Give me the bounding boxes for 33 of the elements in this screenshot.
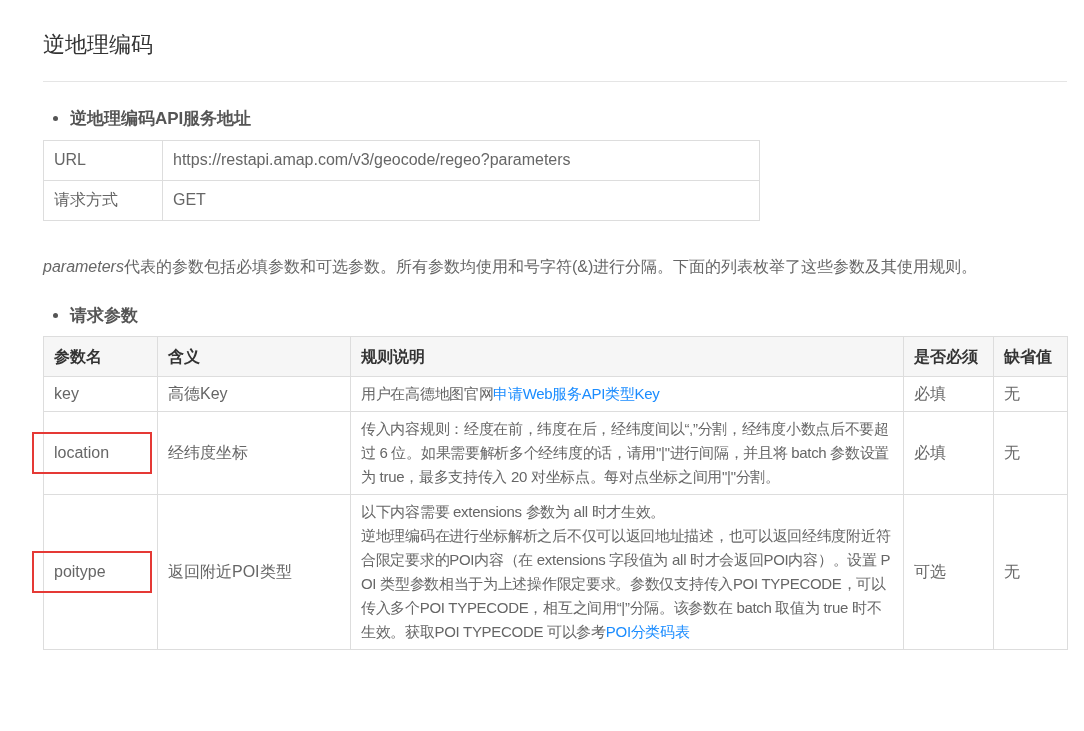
column-header: 参数名 [43, 336, 158, 377]
column-header: 规则说明 [350, 336, 904, 377]
table-cell: 必填 [903, 411, 994, 495]
page-title: 逆地理编码 [43, 0, 1067, 82]
table-cell: poitype [54, 563, 106, 580]
rule-text: 传入内容规则：经度在前，纬度在后，经纬度间以“,”分割，经纬度小数点后不要超过 6 位。如果需要解析多个经纬度的话，请用"|"进行间隔，并且将 batch 参数设置为 true，最多支持传入 20 对坐标点。每对点坐标之间用"|"分割。 [361, 419, 891, 487]
bullet-icon [53, 116, 58, 122]
table-cell: location [54, 444, 110, 461]
table-cell: 无 [993, 376, 1068, 412]
table-cell: https://restapi.amap.com/v3/geocode/regeo?parameters [162, 140, 760, 180]
doc-link[interactable]: POI分类码表 [605, 623, 690, 640]
column-header: 是否必须 [903, 336, 994, 377]
bullet-icon [53, 312, 58, 318]
table-cell: 经纬度坐标 [157, 411, 351, 495]
rule-text: 逆地理编码在进行坐标解析之后不仅可以返回地址描述，也可以返回经纬度附近符合限定要求的POI内容（在 extensions 字段值为 all 时才会返回POI内容）。设置 POI 类型参数相当于为上述操作限定要求。参数仅支持传入POI TYPECODE，可以传入多个POI TYPECODE，相互之间用“|”分隔。该参数在 batch 取值为 true 时不生效。获取POI TYPECODE 可以参考POI分类码表 [361, 526, 892, 642]
table-cell: 无 [993, 411, 1068, 495]
section-heading: 请求参数 [70, 304, 138, 327]
doc-link[interactable]: 申请Web服务API类型Key [493, 385, 660, 402]
table-cell: GET [162, 180, 760, 220]
table-cell: 无 [993, 494, 1068, 650]
rule-text: 用户在高德地图官网申请Web服务API类型Key [361, 384, 661, 404]
table-cell: URL [43, 140, 163, 180]
table-cell: 返回附近POI类型 [157, 494, 351, 650]
table-cell: 可选 [903, 494, 994, 650]
column-header: 缺省值 [993, 336, 1068, 377]
table-cell: 必填 [903, 376, 994, 412]
intro-paragraph: parameters代表的参数包括必填参数和可选参数。所有参数均使用和号字符(&)进行分隔。下面的列表枚举了这些参数及其使用规则。 [43, 256, 979, 277]
column-header: 含义 [157, 336, 351, 377]
table-cell: key [54, 385, 79, 402]
rule-text: 以下内容需要 extensions 参数为 all 时才生效。 [361, 502, 667, 522]
table-cell: 请求方式 [43, 180, 163, 220]
table-cell: 高德Key [157, 376, 351, 412]
section-heading: 逆地理编码API服务地址 [70, 108, 252, 130]
